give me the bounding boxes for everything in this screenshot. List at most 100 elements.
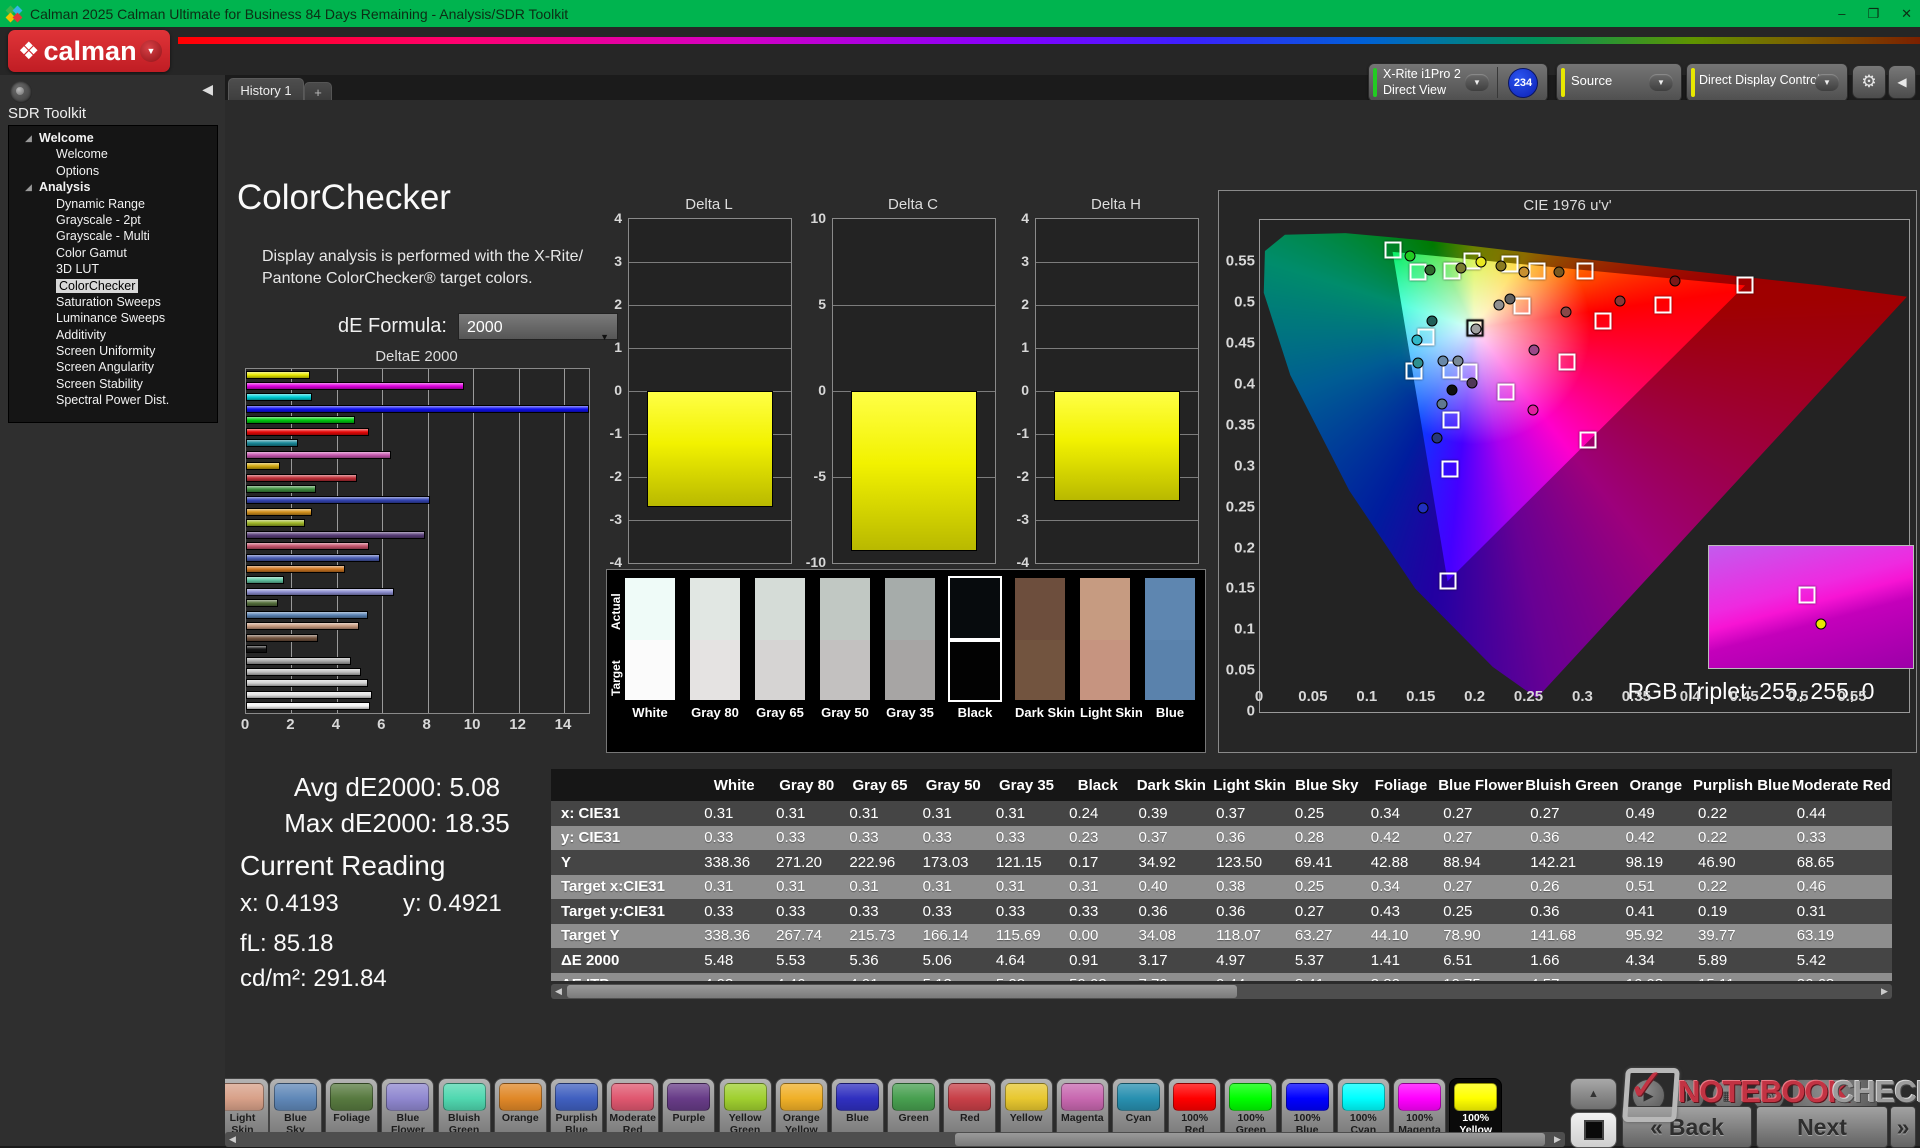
close-button[interactable]: ✕: [1901, 6, 1912, 22]
deltae-bar: [246, 393, 312, 401]
back-button[interactable]: « Back: [1622, 1106, 1752, 1148]
sidebar-item-welcome[interactable]: Welcome: [9, 146, 217, 162]
palette-button-green[interactable]: Green: [887, 1078, 940, 1140]
meter-dropdown[interactable]: X-Rite i1Pro 2 Direct View ▼ 234: [1368, 63, 1548, 102]
table-scrollbar[interactable]: ◀ ▶: [551, 984, 1892, 999]
sidebar-item-3d-lut[interactable]: 3D LUT: [9, 261, 217, 277]
palette-button-orange[interactable]: Orange: [494, 1078, 547, 1140]
scroll-left-icon[interactable]: ◀: [551, 984, 566, 999]
sidebar-item-additivity[interactable]: Additivity: [9, 327, 217, 343]
x-tick-label: 0.1: [1356, 688, 1377, 705]
sidebar-item-screen-stability[interactable]: Screen Stability: [9, 376, 217, 392]
palette-button-100-blue[interactable]: 100%Blue: [1281, 1078, 1334, 1140]
panel-collapse-icon[interactable]: ◀: [1888, 65, 1916, 99]
sidebar-item-screen-uniformity[interactable]: Screen Uniformity: [9, 343, 217, 359]
display-control-dropdown[interactable]: Direct Display Control ▼: [1686, 63, 1848, 102]
next-chevron-button[interactable]: »: [1890, 1106, 1916, 1148]
y-tick-label: -2: [592, 468, 622, 484]
x-tick-label: 0.55: [1837, 688, 1866, 705]
swatch-light-skin[interactable]: Light Skin: [1080, 578, 1130, 720]
palette-button-100-green[interactable]: 100%Green: [1224, 1078, 1277, 1140]
swatch-gray-50[interactable]: Gray 50: [820, 578, 870, 720]
palette-button-orange-yellow[interactable]: OrangeYellow: [775, 1078, 828, 1140]
scroll-right-icon[interactable]: ▶: [1550, 1132, 1565, 1147]
sidebar-pin-button[interactable]: [10, 81, 32, 103]
sidebar-item-color-gamut[interactable]: Color Gamut: [9, 245, 217, 261]
minimize-button[interactable]: –: [1838, 6, 1845, 21]
palette-button-100-yellow[interactable]: 100%Yellow: [1449, 1078, 1502, 1140]
palette-button-blue[interactable]: Blue: [831, 1078, 884, 1140]
table-cell: 118.07: [1210, 924, 1289, 949]
palette-scrollbar[interactable]: ◀ ▶: [225, 1132, 1565, 1147]
table-cell: 0.36: [1210, 826, 1289, 851]
measurement-marker: [1467, 377, 1478, 388]
de-formula-select[interactable]: 2000 ▼: [458, 313, 618, 340]
palette-button-moderate-red[interactable]: ModerateRed: [606, 1078, 659, 1140]
measurement-marker: [1553, 267, 1564, 278]
color-chip: [1173, 1083, 1216, 1111]
palette-button-bluish-green[interactable]: BluishGreen: [438, 1078, 491, 1140]
source-dropdown[interactable]: Source ▼: [1556, 63, 1682, 102]
maximize-button[interactable]: ❐: [1867, 6, 1879, 22]
table-row: x: CIE310.310.310.310.310.310.240.390.37…: [551, 801, 1892, 826]
palette-button-red[interactable]: Red: [943, 1078, 996, 1140]
palette-button-yellow[interactable]: Yellow: [1000, 1078, 1053, 1140]
palette-button-purple[interactable]: Purple: [662, 1078, 715, 1140]
chevron-down-icon[interactable]: ▼: [1815, 74, 1839, 91]
scroll-right-icon[interactable]: ▶: [1877, 984, 1892, 999]
swatch-gray-65[interactable]: Gray 65: [755, 578, 805, 720]
deltae-bar: [246, 645, 267, 653]
swatch-white[interactable]: White: [625, 578, 675, 720]
palette-partial-button[interactable]: LightSkin: [225, 1078, 269, 1140]
sidebar-item-screen-angularity[interactable]: Screen Angularity: [9, 359, 217, 375]
calman-menu-button[interactable]: ❖ calman ▼: [8, 30, 170, 72]
sidebar-item-options[interactable]: Options: [9, 163, 217, 179]
palette-button-blue-flower[interactable]: BlueFlower: [381, 1078, 434, 1140]
palette-button-foliage[interactable]: Foliage: [325, 1078, 378, 1140]
palette-button-blue-sky[interactable]: BlueSky: [269, 1078, 322, 1140]
swatch-black[interactable]: Black: [950, 578, 1000, 720]
sidebar-collapse-icon[interactable]: ◀: [202, 81, 213, 98]
palette-button-cyan[interactable]: Cyan: [1112, 1078, 1165, 1140]
gear-icon[interactable]: ⚙: [1852, 65, 1886, 99]
deltae-bar: [246, 382, 464, 390]
current-reading-heading: Current Reading: [240, 850, 445, 882]
palette-button-100-cyan[interactable]: 100%Cyan: [1337, 1078, 1390, 1140]
column-header: Black: [1063, 769, 1132, 801]
palette-button-100-red[interactable]: 100%Red: [1168, 1078, 1221, 1140]
stop-measure-button[interactable]: [1570, 1112, 1617, 1148]
palette-button-magenta[interactable]: Magenta: [1056, 1078, 1109, 1140]
swatch-gray-80[interactable]: Gray 80: [690, 578, 740, 720]
sidebar-item-spectral-power-dist-[interactable]: Spectral Power Dist.: [9, 392, 217, 408]
swatch-gray-35[interactable]: Gray 35: [885, 578, 935, 720]
palette-button-purplish-blue[interactable]: PurplishBlue: [550, 1078, 603, 1140]
sidebar-item-saturation-sweeps[interactable]: Saturation Sweeps: [9, 294, 217, 310]
meter-count-badge[interactable]: 234: [1508, 68, 1538, 98]
sidebar-item-colorchecker[interactable]: ColorChecker: [9, 278, 217, 294]
meter-mode: Direct View: [1383, 83, 1446, 97]
sidebar-item-analysis[interactable]: ◢Analysis: [9, 179, 217, 195]
sidebar-item-grayscale-multi[interactable]: Grayscale - Multi: [9, 228, 217, 244]
palette-button-yellow-green[interactable]: YellowGreen: [719, 1078, 772, 1140]
chevron-down-icon[interactable]: ▼: [1465, 74, 1489, 91]
swatch-dark-skin[interactable]: Dark Skin: [1015, 578, 1065, 720]
tree-expand-icon[interactable]: ◢: [25, 130, 32, 146]
measurement-marker: [1425, 264, 1436, 275]
chevron-down-icon[interactable]: ▼: [1649, 74, 1673, 91]
palette-expand-button[interactable]: ▲: [1570, 1078, 1617, 1110]
swatch-blue[interactable]: Blue: [1145, 578, 1195, 720]
table-cell: 166.14: [917, 924, 990, 949]
next-button[interactable]: Next: [1756, 1106, 1888, 1148]
sidebar-item-grayscale-2pt[interactable]: Grayscale - 2pt: [9, 212, 217, 228]
sidebar-item-welcome[interactable]: ◢Welcome: [9, 130, 217, 146]
scroll-left-icon[interactable]: ◀: [225, 1132, 240, 1147]
tree-expand-icon[interactable]: ◢: [25, 179, 32, 195]
table-cell: 0.51: [1620, 875, 1692, 900]
palette-button-light-skin[interactable]: LightSkin: [225, 1078, 269, 1140]
chevron-down-icon[interactable]: ▼: [140, 40, 162, 62]
sidebar-item-luminance-sweeps[interactable]: Luminance Sweeps: [9, 310, 217, 326]
x-tick-label: 4: [332, 716, 340, 733]
sidebar-item-dynamic-range[interactable]: Dynamic Range: [9, 196, 217, 212]
palette-button-100-magenta[interactable]: 100%Magenta: [1393, 1078, 1446, 1140]
deltae-bar: [246, 599, 278, 607]
